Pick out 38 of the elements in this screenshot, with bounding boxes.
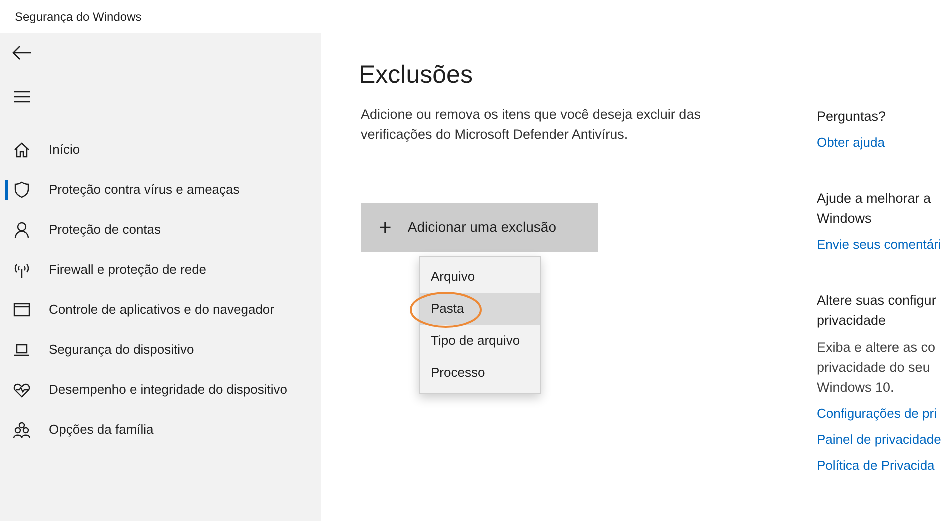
section-heading: Ajude a melhorar a [817, 190, 932, 208]
menu-item[interactable]: Arquivo [420, 261, 540, 293]
section-heading: Windows [817, 210, 873, 228]
selection-indicator [5, 180, 8, 200]
person-icon [13, 221, 31, 239]
menu-icon [13, 91, 31, 103]
sidebar-item[interactable]: Opções da família [0, 410, 321, 450]
sidebar-item[interactable]: Proteção de contas [0, 210, 321, 250]
help-link[interactable]: Painel de privacidade [817, 430, 946, 450]
home-icon [13, 141, 31, 159]
menu-item[interactable]: Processo [420, 357, 540, 389]
back-arrow-icon [12, 45, 32, 61]
window-title: Segurança do Windows [15, 8, 142, 26]
sidebar-item[interactable]: Início [0, 130, 321, 170]
family-icon [13, 421, 31, 439]
antenna-icon [13, 261, 31, 279]
shield-icon [13, 181, 31, 199]
help-link[interactable]: Configurações de pri [817, 404, 946, 424]
help-link[interactable]: Envie seus comentári [817, 235, 946, 255]
section-text: privacidade do seu [817, 359, 932, 377]
heart-icon [13, 381, 31, 399]
sidebar-item[interactable]: Firewall e proteção de rede [0, 250, 321, 290]
add-exclusion-button[interactable]: + Adicionar uma exclusão [361, 203, 598, 252]
menu-item[interactable]: Tipo de arquivo [420, 325, 540, 357]
page-title: Exclusões [359, 60, 473, 91]
window-icon [13, 301, 31, 319]
menu-item[interactable]: Pasta [420, 293, 540, 325]
help-link[interactable]: Política de Privacida [817, 456, 946, 476]
section-heading: Altere suas configur [817, 292, 938, 310]
sidebar-item[interactable]: Controle de aplicativos e do navegador [0, 290, 321, 330]
section-text: Windows 10. [817, 379, 896, 397]
sidebar-item[interactable]: Desempenho e integridade do dispositivo [0, 370, 321, 410]
help-link[interactable]: Obter ajuda [817, 133, 946, 153]
sidebar-item[interactable]: Segurança do dispositivo [0, 330, 321, 370]
section-text: Exiba e altere as co [817, 339, 937, 357]
section-heading: privacidade [817, 312, 888, 330]
description-text: Adicione ou remova os itens que você deseja excluir das verificações do Microsoft Defender Antivírus. [361, 106, 702, 144]
section-heading: Perguntas? [817, 108, 888, 126]
